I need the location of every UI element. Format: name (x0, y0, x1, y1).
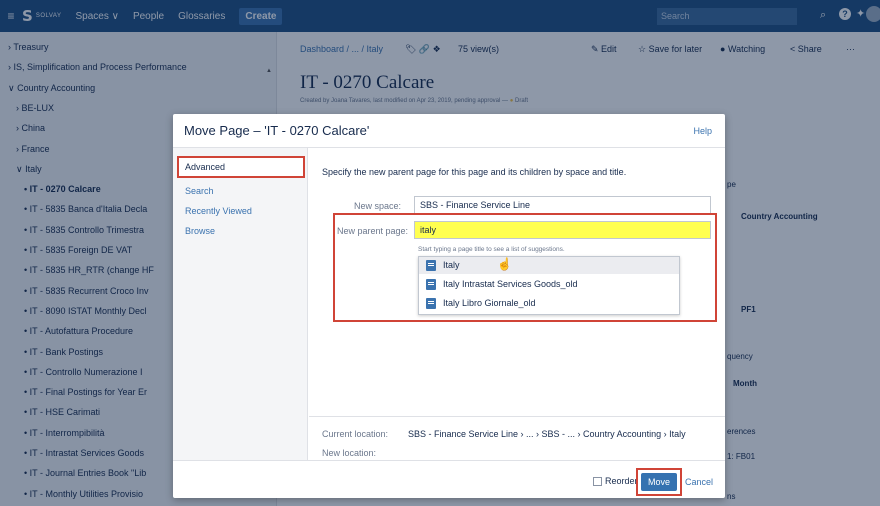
dialog-navigation: Search Recently Viewed Browse (173, 148, 308, 460)
move-button[interactable]: Move (641, 473, 677, 491)
suggestions-dropdown: Italy ☝ Italy Intrastat Services Goods_o… (418, 256, 680, 315)
location-summary: Current location: SBS - Finance Service … (309, 416, 725, 460)
dialog-title: Move Page – 'IT - 0270 Calcare' (184, 123, 370, 138)
new-parent-page-input[interactable]: italy (414, 221, 711, 239)
new-space-label: New space: (353, 201, 401, 211)
hand-cursor-icon: ☝ (497, 257, 512, 271)
checkbox-box[interactable] (593, 476, 602, 486)
page-icon (426, 260, 436, 271)
move-page-dialog: Move Page – 'IT - 0270 Calcare' Help Sea… (173, 114, 725, 498)
suggestion-label: Italy Libro Giornale_old (443, 298, 536, 308)
suggestion-italy-libro[interactable]: Italy Libro Giornale_old (419, 295, 679, 312)
cancel-link[interactable]: Cancel (685, 477, 713, 487)
suggestion-label: Italy (443, 260, 460, 270)
nav-browse[interactable]: Browse (185, 226, 215, 236)
suggestion-italy-intrastat[interactable]: Italy Intrastat Services Goods_old (419, 276, 679, 293)
nav-search[interactable]: Search (185, 186, 214, 196)
suggestion-label: Italy Intrastat Services Goods_old (443, 279, 578, 289)
new-parent-page-label: New parent page: (336, 226, 408, 236)
nav-advanced-label: Advanced (185, 162, 226, 172)
parent-page-hint: Start typing a page title to see a list … (418, 246, 565, 253)
nav-recently-viewed[interactable]: Recently Viewed (185, 206, 252, 216)
dialog-footer: Reorder Move Cancel (173, 460, 725, 498)
suggestion-italy[interactable]: Italy ☝ (419, 257, 679, 274)
page-icon (426, 279, 436, 290)
current-location-value: SBS - Finance Service Line › ... › SBS -… (408, 429, 686, 439)
new-space-input[interactable]: SBS - Finance Service Line (414, 196, 711, 214)
current-location-label: Current location: (322, 429, 389, 439)
new-location-label: New location: (322, 448, 377, 458)
nav-advanced[interactable]: Advanced (177, 156, 305, 178)
dialog-header: Move Page – 'IT - 0270 Calcare' Help (173, 114, 725, 148)
instructions-text: Specify the new parent page for this pag… (322, 167, 627, 177)
page-icon (426, 298, 436, 309)
dialog-help-link[interactable]: Help (693, 126, 712, 136)
reorder-checkbox[interactable]: Reorder (593, 476, 638, 486)
move-button-highlight: Move (636, 468, 682, 496)
reorder-label: Reorder (605, 476, 638, 486)
